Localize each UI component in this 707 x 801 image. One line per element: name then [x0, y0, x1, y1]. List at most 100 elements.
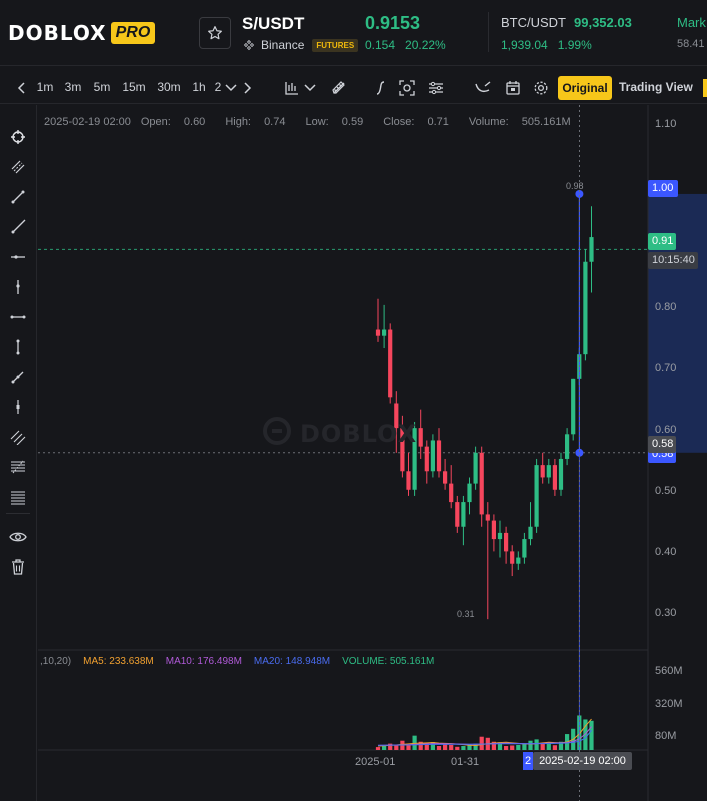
candle-body [436, 440, 442, 472]
price-axis-label: 0.80 [655, 301, 677, 313]
futures-badge: FUTURES [312, 38, 359, 52]
ruler-icon[interactable] [330, 79, 348, 97]
countdown-tag: 10:15:40 [648, 252, 698, 269]
legend-high: 0.74 [264, 116, 286, 128]
candle-body [461, 502, 466, 527]
tradingview-button[interactable]: Trading View [619, 71, 693, 104]
ticker-btc[interactable]: BTC/USDT 99,352.03 [501, 15, 632, 30]
price-axis-label: 0.30 [655, 607, 677, 619]
toolbar-accent [703, 79, 707, 97]
volume-bar [461, 746, 466, 750]
high-marker: 0.98 [566, 181, 584, 191]
interval-1h[interactable]: 1h [191, 71, 207, 104]
ticker-change: 1,939.04 1.99% [501, 38, 592, 52]
candle-body [546, 465, 551, 478]
pair-name[interactable]: S/USDT [242, 14, 304, 34]
candle-body [540, 465, 545, 478]
price-axis-label: 0.70 [655, 362, 677, 374]
candle-body [473, 452, 478, 484]
crosshair-icon[interactable] [9, 128, 27, 146]
parallel-lines-icon[interactable] [9, 158, 27, 176]
ma5-value: MA5: 233.638M [83, 656, 154, 667]
range-top-tag: 1.00 [648, 180, 678, 197]
interval-3m[interactable]: 3m [63, 71, 83, 104]
logo[interactable]: DOBLOX PRO [8, 20, 156, 46]
interval-5m[interactable]: 5m [92, 71, 112, 104]
candle-body [455, 502, 460, 527]
volume-axis-label: 560M [655, 665, 683, 677]
indicator-fx-icon[interactable] [372, 79, 390, 97]
volume-bar [443, 744, 448, 750]
volume-bar [436, 746, 442, 750]
time-axis-label: 01-31 [451, 756, 480, 768]
ticker-change-abs: 1,939.04 [501, 38, 548, 52]
candle-body [571, 378, 576, 435]
legend-close-label: Close: [383, 116, 415, 128]
price-axis-label: 0.40 [655, 546, 677, 558]
vertical-range-icon[interactable] [9, 338, 27, 356]
candle-body [424, 446, 429, 472]
chart-type-dropdown-icon[interactable] [301, 79, 319, 97]
volume-axis-label: 80M [655, 730, 677, 742]
legend-date: 2025-02-19 02:00 [44, 116, 131, 128]
chevron-left-icon[interactable] [13, 79, 31, 97]
candle-body [491, 520, 496, 540]
horizontal-range-icon[interactable] [9, 308, 27, 326]
arrow-line-icon[interactable] [9, 368, 27, 386]
candle-body [497, 532, 503, 540]
candle-body [522, 539, 527, 558]
volume-axis-label: 320M [655, 698, 683, 710]
trend-line-icon[interactable] [9, 188, 27, 206]
ticker-change-pct: 1.99% [557, 38, 592, 52]
low-marker: 0.31 [457, 609, 475, 619]
candle-body [449, 483, 454, 503]
header-divider [488, 12, 489, 52]
price-chart[interactable] [38, 105, 707, 801]
screenshot-icon[interactable] [398, 79, 416, 97]
change-pct: 20.22% [405, 38, 446, 52]
candle-body [510, 551, 515, 564]
ray-icon[interactable] [9, 218, 27, 236]
volume-bar [375, 747, 381, 750]
eye-icon[interactable] [9, 528, 27, 546]
candle-body [583, 261, 588, 355]
favorite-button[interactable] [199, 17, 231, 49]
ma10-value: MA10: 176.498M [165, 656, 242, 667]
candle-body [382, 329, 387, 336]
original-view-button[interactable]: Original [558, 76, 612, 100]
legend-volume: 505.161M [521, 116, 571, 128]
candle-body [516, 557, 521, 564]
calendar-icon[interactable] [504, 79, 522, 97]
draw-icon[interactable] [474, 79, 492, 97]
watermark: DOBLOX [300, 420, 418, 448]
settings-sliders-icon[interactable] [427, 79, 445, 97]
header: DOBLOX PRO S/USDT Binance FUTURES 0.9153… [0, 0, 707, 66]
price-change: 0.154 20.22% [365, 38, 446, 52]
vertical-line-icon[interactable] [9, 278, 27, 296]
crosshair-time-prefix: 2 [523, 752, 533, 770]
interval-30m[interactable]: 30m [156, 71, 182, 104]
horizontal-line-icon[interactable] [9, 248, 27, 266]
fib-extension-icon[interactable] [9, 488, 27, 506]
legend-low: 0.59 [341, 116, 364, 128]
chevron-right-icon[interactable] [238, 79, 256, 97]
price-marker-icon[interactable] [9, 398, 27, 416]
interval-1m[interactable]: 1m [35, 71, 55, 104]
candle-body [528, 526, 533, 540]
trash-icon[interactable] [9, 558, 27, 576]
legend-volume-label: Volume: [468, 116, 509, 128]
legend-close: 0.71 [427, 116, 449, 128]
fib-retracement-icon[interactable] [9, 458, 27, 476]
watermark-logo-icon [263, 417, 291, 445]
candle-body [375, 329, 381, 336]
gear-icon[interactable] [532, 79, 550, 97]
volume-bar [449, 744, 454, 750]
fib-channel-icon[interactable] [9, 428, 27, 446]
ticker-price: 99,352.03 [574, 15, 632, 30]
candle-type-icon[interactable] [283, 79, 301, 97]
volume-bar [540, 743, 545, 750]
interval-15m[interactable]: 15m [121, 71, 147, 104]
logo-pro-badge: PRO [110, 22, 156, 44]
ma-params: ,10,20) [40, 656, 72, 667]
mark-value: 58.41 [677, 38, 705, 50]
